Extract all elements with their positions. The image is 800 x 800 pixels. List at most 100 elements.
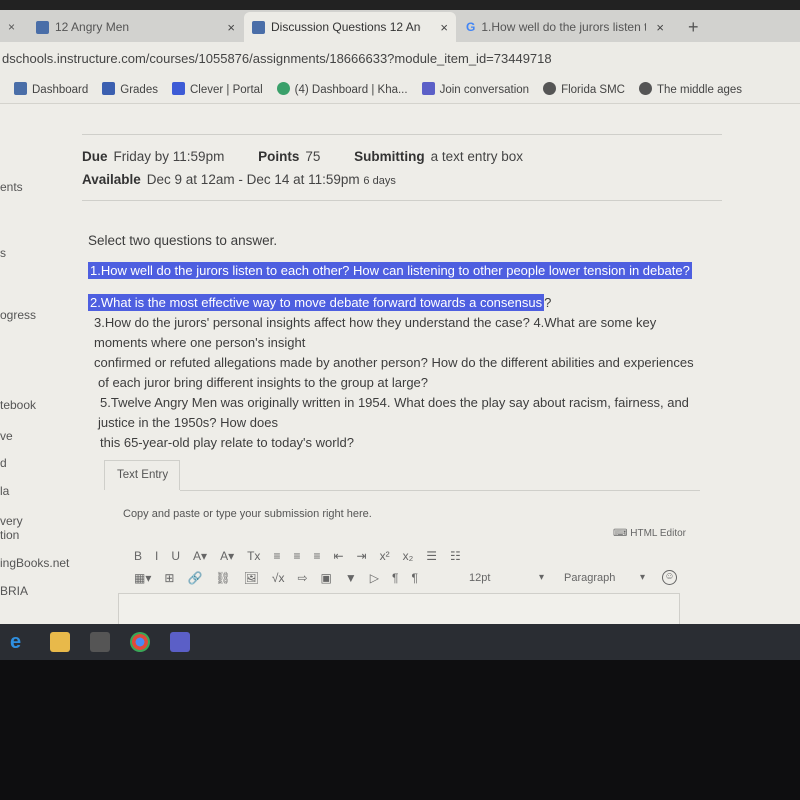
- tab-discussion-questions[interactable]: Discussion Questions 12 Angry M ×: [244, 12, 456, 42]
- equation-icon[interactable]: √x: [272, 571, 285, 585]
- close-icon[interactable]: ×: [440, 20, 448, 35]
- video-icon[interactable]: ▷: [370, 571, 379, 585]
- google-icon: G: [466, 20, 476, 34]
- bookmark-label: The middle ages: [656, 83, 743, 96]
- bookmark-label: Florida SMC: [561, 83, 625, 96]
- image-icon[interactable]: 🖼: [244, 571, 259, 585]
- clear-formatting-icon[interactable]: Tx: [247, 549, 260, 563]
- bookmarks-bar: Dashboard Grades Clever | Portal (4) Das…: [0, 74, 800, 104]
- bookmark-clever[interactable]: Clever | Portal: [171, 81, 263, 96]
- text-line: justice in the 1950s? How does: [98, 415, 278, 430]
- tab-text-entry[interactable]: Text Entry: [104, 460, 180, 490]
- bookmark-florida-smc[interactable]: Florida SMC: [543, 81, 625, 96]
- teams-icon[interactable]: [170, 632, 190, 652]
- bookmark-grades[interactable]: Grades: [102, 81, 158, 96]
- clever-icon: [171, 81, 185, 95]
- text-line: confirmed or refuted allegations made by…: [94, 355, 694, 370]
- sidebar-item[interactable]: ents: [0, 180, 23, 194]
- align-right-icon[interactable]: ≡: [313, 549, 320, 563]
- chevron-down-icon: ▾: [539, 572, 545, 583]
- divider: [180, 490, 700, 491]
- divider: [82, 200, 722, 201]
- accessibility-icon[interactable]: ☺: [662, 570, 677, 585]
- points-value: 75: [305, 149, 321, 164]
- font-color-icon[interactable]: A▾: [193, 549, 207, 563]
- edge-icon[interactable]: e: [10, 632, 30, 652]
- table-icon[interactable]: ▦▾: [134, 571, 151, 585]
- font-size-select[interactable]: 12pt: [469, 572, 490, 584]
- outdent-icon[interactable]: ⇤: [333, 549, 343, 563]
- keyboard-icon: ⌨: [613, 528, 631, 539]
- bookmark-dashboard[interactable]: Dashboard: [14, 81, 88, 96]
- superscript-icon[interactable]: x²: [380, 549, 390, 563]
- paragraph-select[interactable]: Paragraph: [564, 572, 615, 584]
- ltr-icon[interactable]: ¶: [392, 571, 398, 585]
- selected-text: 2.What is the most effective way to move…: [88, 294, 545, 311]
- subscript-icon[interactable]: x₂: [403, 549, 414, 563]
- points-label: Points: [258, 149, 300, 164]
- bookmark-label: Grades: [120, 83, 158, 96]
- canvas-icon: [252, 20, 265, 34]
- sidebar-item[interactable]: d: [0, 456, 7, 470]
- italic-icon[interactable]: I: [155, 549, 158, 563]
- available-days: 6 days: [363, 175, 396, 187]
- tab-title: 12 Angry Men: [55, 20, 130, 34]
- sidebar-item[interactable]: ogress: [0, 308, 36, 322]
- text-line: 5.Twelve Angry Men was originally writte…: [100, 395, 689, 410]
- sidebar-item[interactable]: very: [0, 514, 23, 528]
- address-bar[interactable]: dschools.instructure.com/courses/1055876…: [0, 42, 800, 74]
- tab-google-search[interactable]: G 1.How well do the jurors listen to ×: [458, 12, 672, 42]
- sidebar-item[interactable]: ingBooks.net: [0, 556, 69, 570]
- upload-image-icon[interactable]: ▣: [321, 571, 332, 585]
- bookmark-khan[interactable]: (4) Dashboard | Kha...: [276, 81, 408, 96]
- sidebar-item[interactable]: s: [0, 246, 6, 260]
- embed-icon[interactable]: ⇨: [297, 571, 307, 585]
- assignment-meta-row2: Available Dec 9 at 12am - Dec 14 at 11:59…: [82, 172, 396, 187]
- due-label: Due: [82, 149, 108, 164]
- rtl-icon[interactable]: ¶: [411, 571, 417, 585]
- question-mark: ?: [544, 295, 552, 310]
- sidebar-item[interactable]: BRIA: [0, 584, 28, 598]
- bookmark-middle-ages[interactable]: The middle ages: [638, 81, 743, 96]
- globe-icon: [638, 81, 652, 95]
- file-explorer-icon[interactable]: [50, 632, 70, 652]
- laptop-screen: × 12 Angry Men × Discussion Questions 12 …: [0, 0, 800, 660]
- tab-12-angry-men[interactable]: 12 Angry Men ×: [28, 12, 243, 42]
- instructions: Select two questions to answer.: [88, 233, 278, 248]
- sidebar-item[interactable]: la: [0, 484, 9, 498]
- chrome-icon[interactable]: [130, 632, 150, 652]
- khan-icon: [276, 81, 290, 95]
- tab-close-partial[interactable]: ×: [0, 12, 20, 42]
- numbered-list-icon[interactable]: ☷: [450, 549, 461, 563]
- indent-icon[interactable]: ⇥: [357, 549, 367, 563]
- html-editor-label: HTML Editor: [630, 528, 686, 539]
- submitting-label: Submitting: [354, 149, 425, 164]
- sidebar-item[interactable]: tion: [0, 528, 19, 542]
- bold-icon[interactable]: B: [134, 549, 142, 563]
- underline-icon[interactable]: U: [171, 549, 180, 563]
- question-2: 2.What is the most effective way to move…: [88, 293, 551, 313]
- bookmark-label: Clever | Portal: [189, 83, 263, 96]
- html-editor-link[interactable]: ⌨ HTML Editor: [613, 528, 686, 539]
- align-center-icon[interactable]: ≡: [293, 549, 300, 563]
- globe-icon: [543, 81, 557, 95]
- unlink-icon[interactable]: ⛓: [215, 571, 230, 585]
- link-icon[interactable]: 🔗: [187, 571, 202, 585]
- sidebar-item[interactable]: ve: [0, 429, 13, 443]
- due-value: Friday by 11:59pm: [113, 149, 225, 164]
- dropdown-icon[interactable]: ▼: [345, 571, 357, 585]
- background-color-icon[interactable]: A▾: [220, 549, 234, 563]
- new-tab-button[interactable]: +: [680, 12, 707, 42]
- sidebar-item[interactable]: tebook: [0, 398, 36, 412]
- text-entry-panel: Text Entry Copy and paste or type your s…: [104, 460, 700, 633]
- store-icon[interactable]: [90, 632, 110, 652]
- close-icon[interactable]: ×: [656, 20, 664, 35]
- bullet-list-icon[interactable]: ☰: [426, 549, 437, 563]
- text-line: 3.How do the jurors' personal insights a…: [94, 315, 657, 330]
- close-icon[interactable]: ×: [227, 20, 235, 35]
- toolbar-row-2: ▦▾ ⊞ 🔗 ⛓ 🖼 √x ⇨ ▣ ▼ ▷ ¶ ¶: [134, 571, 418, 585]
- media-icon[interactable]: ⊞: [164, 571, 174, 585]
- bookmark-teams[interactable]: Join conversation: [421, 81, 529, 96]
- question-1: 1.How well do the jurors listen to each …: [88, 261, 692, 281]
- align-left-icon[interactable]: ≡: [273, 549, 280, 563]
